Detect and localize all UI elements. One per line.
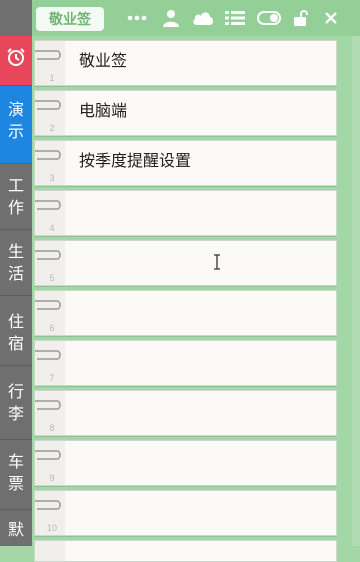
- note-item[interactable]: [34, 540, 337, 562]
- category-sidebar: 演 示 工 作 生 活 住 宿 行 李 车 票 默: [0, 0, 32, 546]
- alarm-clock-icon: [5, 46, 27, 75]
- paperclip-icon: [35, 200, 61, 210]
- user-icon[interactable]: [160, 8, 182, 28]
- note-item[interactable]: 1 敬业签: [34, 40, 337, 86]
- text-cursor-icon: [214, 254, 220, 270]
- note-index: 2: [49, 123, 55, 133]
- close-icon[interactable]: [320, 8, 342, 28]
- cloud-icon[interactable]: [192, 8, 214, 28]
- note-text[interactable]: 敬业签: [79, 41, 127, 85]
- unlock-icon[interactable]: [290, 8, 312, 28]
- sidebar-item-lodging[interactable]: 住 宿: [0, 296, 32, 366]
- note-item[interactable]: 8: [34, 390, 337, 436]
- paperclip-icon: [35, 500, 61, 510]
- note-index: 8: [49, 423, 55, 433]
- sidebar-item-luggage[interactable]: 行 李: [0, 366, 32, 440]
- list-scroll-edge: [352, 36, 360, 546]
- note-index: 5: [49, 273, 55, 283]
- note-item[interactable]: 9: [34, 440, 337, 486]
- list-icon[interactable]: [224, 8, 246, 28]
- paperclip-icon: [35, 150, 61, 160]
- note-item[interactable]: 5: [34, 240, 337, 286]
- sidebar-item-work[interactable]: 工 作: [0, 164, 32, 230]
- sidebar-item-demo[interactable]: 演 示: [0, 86, 32, 164]
- note-item[interactable]: 2 电脑端: [34, 90, 337, 136]
- paperclip-icon: [35, 100, 61, 110]
- note-index: 3: [49, 173, 55, 183]
- paperclip-icon: [35, 300, 61, 310]
- paperclip-icon: [35, 250, 61, 260]
- sidebar-item-alarm[interactable]: [0, 36, 32, 86]
- note-item[interactable]: 7: [34, 340, 337, 386]
- note-list: 1 敬业签 2 电脑端 3 按季度提醒设置 4 5 6 7 8 9 10: [32, 36, 352, 562]
- note-item[interactable]: 3 按季度提醒设置: [34, 140, 337, 186]
- note-index: 6: [49, 323, 55, 333]
- sidebar-item-default[interactable]: 默: [0, 510, 32, 546]
- paperclip-icon: [35, 400, 61, 410]
- paperclip-icon: [35, 450, 61, 460]
- toolbar: 敬业签: [32, 0, 360, 36]
- note-index: 10: [46, 523, 57, 533]
- note-index: 7: [49, 373, 55, 383]
- note-text[interactable]: 按季度提醒设置: [79, 141, 191, 185]
- paperclip-icon: [35, 350, 61, 360]
- note-item[interactable]: 6: [34, 290, 337, 336]
- note-index: 9: [49, 473, 55, 483]
- note-text[interactable]: 电脑端: [79, 91, 127, 135]
- toggle-icon[interactable]: [256, 8, 282, 28]
- more-dots-icon[interactable]: [126, 8, 148, 28]
- note-item[interactable]: 10: [34, 490, 337, 536]
- app-title-button[interactable]: 敬业签: [36, 7, 104, 31]
- paperclip-icon: [35, 50, 61, 60]
- sidebar-item-tickets[interactable]: 车 票: [0, 440, 32, 510]
- sidebar-item-life[interactable]: 生 活: [0, 230, 32, 296]
- note-item[interactable]: 4: [34, 190, 337, 236]
- note-index: 4: [49, 223, 55, 233]
- note-index: 1: [49, 73, 55, 83]
